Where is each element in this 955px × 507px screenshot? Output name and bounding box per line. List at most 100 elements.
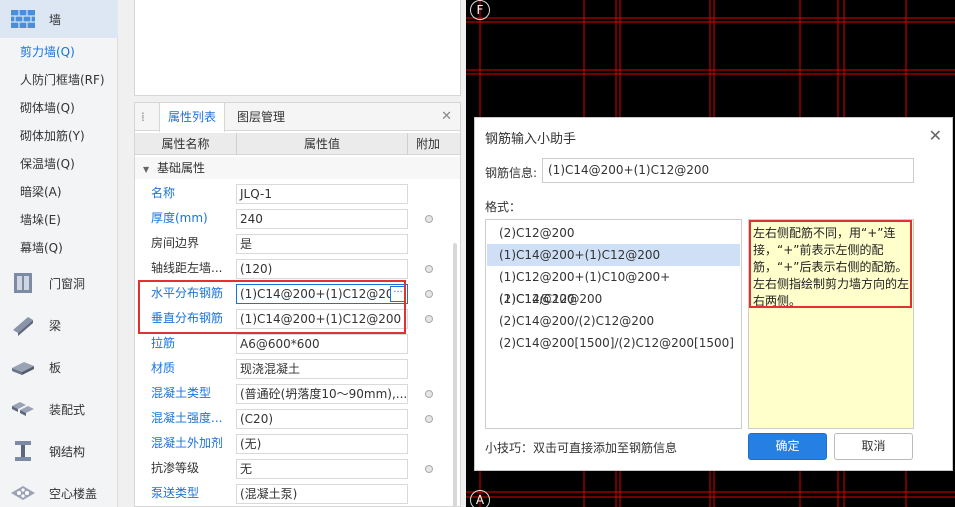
vertical-scrollbar[interactable] [453,243,457,507]
sidebar-item-wall-pier[interactable]: 墙垛(E) [0,206,118,234]
list-item[interactable]: (2)C12@200 [487,222,740,244]
component-sidebar: 墙 剪力墙(Q) 人防门框墙(RF) 砌体墙(Q) 砌体加筋(Y) 保温墙(Q)… [0,0,118,507]
rebar-info-input[interactable]: (1)C14@200+(1)C12@200 [542,158,914,183]
prefab-icon [12,402,34,416]
table-row: 拉筋 A6@600*600 [135,331,460,356]
dialog-title: 钢筋输入小助手 [485,132,577,147]
rebar-info-label: 钢筋信息: [485,166,538,180]
category-hollow-floor[interactable]: 空心楼盖 [0,474,118,507]
category-label: 梁 [49,318,62,333]
list-item[interactable]: (1)C12@200+(1)C10@200+(1)C12@200 [487,266,740,306]
sidebar-item-insulation-wall[interactable]: 保温墙(Q) [0,150,118,178]
axis-label-top: F [470,0,490,20]
category-steel-structure[interactable]: 钢结构 [0,432,118,470]
sidebar-item-curtain-wall[interactable]: 幕墙(Q) [0,234,118,262]
extra-checkbox[interactable] [425,315,433,323]
extra-checkbox[interactable] [425,465,433,473]
property-name: 泵送类型 [151,486,200,500]
format-list: (2)C12@200 (1)C14@200+(1)C12@200 (1)C12@… [485,219,742,429]
axis-label-bottom: A [470,490,490,507]
property-value-input[interactable]: A6@600*600 [236,334,408,354]
category-label: 空心楼盖 [49,486,98,501]
sidebar-item-hidden-beam[interactable]: 暗梁(A) [0,178,118,206]
property-value-input[interactable]: 现浇混凝土 [236,359,408,379]
table-row: 名称 JLQ-1 [135,181,460,206]
table-row: 混凝土强度... (C20) [135,406,460,431]
hollow-floor-icon [11,486,35,500]
sidebar-item-masonry-wall[interactable]: 砌体墙(Q) [0,94,118,122]
property-value-input[interactable]: JLQ-1 [236,184,408,204]
table-row: 房间边界 是 [135,231,460,256]
property-value-input[interactable]: (混凝土泵) [236,484,408,504]
collapse-arrow-icon: ▼ [143,165,150,174]
door-window-icon [14,273,32,293]
property-name: 抗渗等级 [151,461,200,475]
extra-checkbox[interactable] [425,390,433,398]
category-label: 板 [49,360,62,375]
property-name: 材质 [151,361,176,375]
group-basic-properties[interactable]: ▼ 基础属性 [135,157,460,179]
list-item[interactable]: (2)C14@200/(2)C12@200 [487,310,740,332]
property-value-input[interactable]: 240 [236,209,408,229]
extra-checkbox[interactable] [425,215,433,223]
table-row: 混凝土类型 (普通砼(坍落度10～90mm),... [135,381,460,406]
property-name: 混凝土外加剂 [151,436,224,450]
table-row: 轴线距左墙... (120) [135,256,460,281]
column-header-name: 属性名称 [161,137,210,151]
highlight-rebar-rows [138,280,406,334]
list-item[interactable]: (2)C14/C12@200 [487,288,740,310]
drag-handle-icon[interactable]: ⁞ [141,110,149,124]
rebar-input-dialog: 钢筋输入小助手 ✕ 钢筋信息: (1)C14@200+(1)C12@200 格式… [474,117,953,471]
property-name: 混凝土类型 [151,386,212,400]
category-beam[interactable]: 梁 [0,306,118,344]
column-header-value: 属性值 [303,137,340,151]
ok-button[interactable]: 确定 [748,433,827,460]
property-value-input[interactable]: (普通砼(坍落度10～90mm),... [236,384,408,404]
close-icon[interactable]: ✕ [441,109,452,124]
table-row: 泵送类型 (混凝土泵) [135,481,460,506]
category-label: 门窗洞 [49,276,86,291]
highlight-tip [749,220,912,308]
category-door-window[interactable]: 门窗洞 [0,264,118,302]
property-value-input[interactable]: (C20) [236,409,408,429]
close-icon[interactable]: ✕ [929,126,942,145]
category-label: 墙 [49,12,62,27]
slab-icon [12,362,34,375]
format-label: 格式： [485,200,522,214]
property-name: 房间边界 [151,236,200,250]
table-row: 混凝土外加剂 (无) [135,431,460,456]
extra-checkbox[interactable] [425,265,433,273]
sidebar-item-masonry-reinforcement[interactable]: 砌体加筋(Y) [0,122,118,150]
list-item[interactable]: (1)C14@200+(1)C12@200 [487,244,740,266]
column-header-extra: 附加 [415,137,440,151]
tab-property-list[interactable]: 属性列表 [159,103,226,132]
property-name: 轴线距左墙... [151,261,223,275]
table-row: 抗渗等级 无 [135,456,460,481]
property-table-header: 属性名称 属性值 附加 [135,133,460,155]
group-label: 基础属性 [156,161,205,175]
table-row: 厚度(mm) 240 [135,206,460,231]
tab-layer-management[interactable]: 图层管理 [229,103,293,131]
property-value-input[interactable]: 是 [236,234,408,254]
brick-wall-icon [11,10,35,28]
property-value-input[interactable]: 无 [236,459,408,479]
property-name: 厚度(mm) [151,211,208,225]
property-value-input[interactable]: (120) [236,259,408,279]
table-row: 材质 现浇混凝土 [135,356,460,381]
category-prefab[interactable]: 装配式 [0,390,118,428]
sidebar-item-shear-wall[interactable]: 剪力墙(Q) [0,38,118,66]
sidebar-item-civil-defense-wall[interactable]: 人防门框墙(RF) [0,66,118,94]
beam-icon [13,317,33,336]
cancel-button[interactable]: 取消 [834,433,913,460]
property-name: 拉筋 [151,336,176,350]
hint-text: 小技巧：双击可直接添加至钢筋信息 [485,441,678,455]
extra-checkbox[interactable] [425,290,433,298]
category-wall[interactable]: 墙 [0,0,118,38]
property-name: 混凝土强度... [151,411,223,425]
category-slab[interactable]: 板 [0,348,118,386]
steel-beam-icon [15,441,31,461]
component-list-area [134,0,461,96]
extra-checkbox[interactable] [425,415,433,423]
list-item[interactable]: (2)C14@200[1500]/(2)C12@200[1500] [487,332,740,354]
property-value-input[interactable]: (无) [236,434,408,454]
